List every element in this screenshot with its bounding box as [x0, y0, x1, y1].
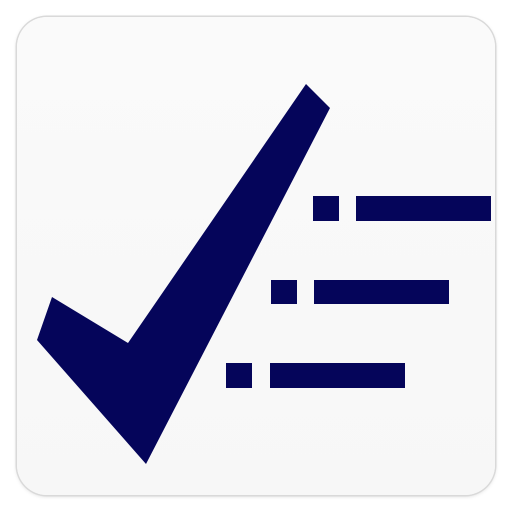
checklist-item-2	[271, 280, 449, 304]
checklist-line	[270, 363, 405, 388]
checklist-bullet	[313, 196, 339, 221]
checklist-line	[314, 280, 449, 304]
checklist-icon	[37, 84, 491, 464]
app-icon-canvas	[0, 0, 512, 512]
checklist-item-3	[226, 363, 405, 388]
checklist-bullet	[226, 363, 252, 388]
checklist-bullet	[271, 280, 297, 304]
checkmark-icon	[37, 84, 330, 464]
checklist-item-1	[313, 196, 491, 221]
checklist-line	[356, 196, 491, 221]
